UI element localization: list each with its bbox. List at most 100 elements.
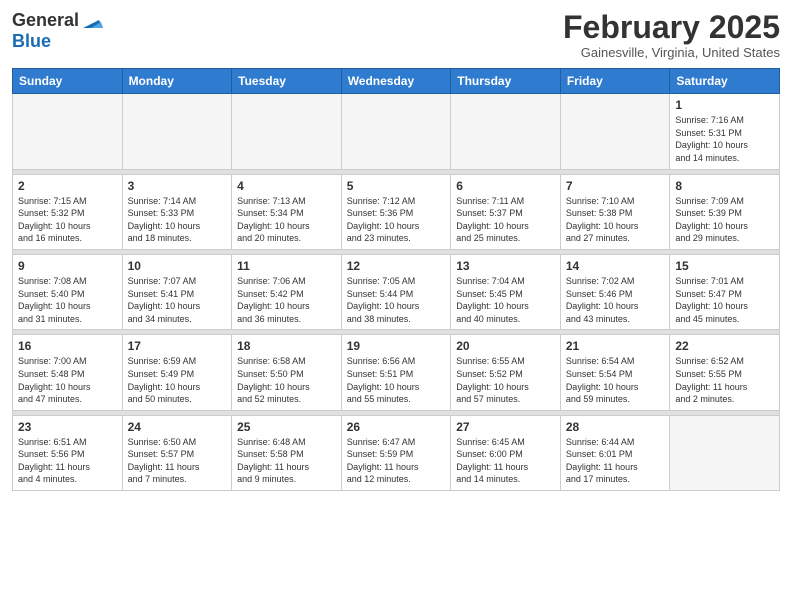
day-number: 23 <box>18 420 117 434</box>
day-cell: 6 Sunrise: 7:11 AM Sunset: 5:37 PM Daylig… <box>451 174 561 249</box>
day-number: 28 <box>566 420 665 434</box>
day-cell <box>670 415 780 490</box>
calendar-table: SundayMondayTuesdayWednesdayThursdayFrid… <box>12 68 780 491</box>
header: General Blue February 2025 Gainesville, … <box>12 10 780 60</box>
day-info: Sunrise: 7:05 AM Sunset: 5:44 PM Dayligh… <box>347 275 446 325</box>
day-info: Sunrise: 6:52 AM Sunset: 5:55 PM Dayligh… <box>675 355 774 405</box>
day-cell: 24 Sunrise: 6:50 AM Sunset: 5:57 PM Dayli… <box>122 415 232 490</box>
day-info: Sunrise: 6:54 AM Sunset: 5:54 PM Dayligh… <box>566 355 665 405</box>
day-number: 17 <box>128 339 227 353</box>
day-info: Sunrise: 7:09 AM Sunset: 5:39 PM Dayligh… <box>675 195 774 245</box>
day-number: 7 <box>566 179 665 193</box>
day-cell: 14Sunrise: 7:02 AM Sunset: 5:46 PM Dayli… <box>560 254 670 329</box>
day-number: 4 <box>237 179 336 193</box>
day-info: Sunrise: 6:45 AM Sunset: 6:00 PM Dayligh… <box>456 436 555 486</box>
day-info: Sunrise: 7:10 AM Sunset: 5:38 PM Dayligh… <box>566 195 665 245</box>
day-info: Sunrise: 7:01 AM Sunset: 5:47 PM Dayligh… <box>675 275 774 325</box>
day-cell <box>232 94 342 169</box>
day-number: 19 <box>347 339 446 353</box>
day-info: Sunrise: 6:48 AM Sunset: 5:58 PM Dayligh… <box>237 436 336 486</box>
day-cell: 1 Sunrise: 7:16 AM Sunset: 5:31 PM Daylig… <box>670 94 780 169</box>
day-number: 21 <box>566 339 665 353</box>
day-cell: 25 Sunrise: 6:48 AM Sunset: 5:58 PM Dayli… <box>232 415 342 490</box>
day-cell: 27 Sunrise: 6:45 AM Sunset: 6:00 PM Dayli… <box>451 415 561 490</box>
logo: General Blue <box>12 10 103 52</box>
logo-blue: Blue <box>12 32 51 52</box>
day-info: Sunrise: 7:11 AM Sunset: 5:37 PM Dayligh… <box>456 195 555 245</box>
day-number: 27 <box>456 420 555 434</box>
day-info: Sunrise: 7:08 AM Sunset: 5:40 PM Dayligh… <box>18 275 117 325</box>
day-number: 15 <box>675 259 774 273</box>
week-row-2: 2 Sunrise: 7:15 AM Sunset: 5:32 PM Daylig… <box>13 174 780 249</box>
day-cell <box>341 94 451 169</box>
day-number: 12 <box>347 259 446 273</box>
weekday-header-thursday: Thursday <box>451 69 561 94</box>
day-number: 3 <box>128 179 227 193</box>
weekday-header-monday: Monday <box>122 69 232 94</box>
day-cell: 13 Sunrise: 7:04 AM Sunset: 5:45 PM Dayli… <box>451 254 561 329</box>
day-info: Sunrise: 7:16 AM Sunset: 5:31 PM Dayligh… <box>675 114 774 164</box>
day-number: 18 <box>237 339 336 353</box>
day-info: Sunrise: 7:06 AM Sunset: 5:42 PM Dayligh… <box>237 275 336 325</box>
day-number: 13 <box>456 259 555 273</box>
day-number: 5 <box>347 179 446 193</box>
day-number: 24 <box>128 420 227 434</box>
day-info: Sunrise: 7:02 AM Sunset: 5:46 PM Dayligh… <box>566 275 665 325</box>
day-number: 16 <box>18 339 117 353</box>
weekday-header-row: SundayMondayTuesdayWednesdayThursdayFrid… <box>13 69 780 94</box>
weekday-header-friday: Friday <box>560 69 670 94</box>
location: Gainesville, Virginia, United States <box>563 45 780 60</box>
day-cell: 11 Sunrise: 7:06 AM Sunset: 5:42 PM Dayli… <box>232 254 342 329</box>
day-info: Sunrise: 6:58 AM Sunset: 5:50 PM Dayligh… <box>237 355 336 405</box>
day-cell: 19 Sunrise: 6:56 AM Sunset: 5:51 PM Dayli… <box>341 335 451 410</box>
day-number: 11 <box>237 259 336 273</box>
day-cell: 21 Sunrise: 6:54 AM Sunset: 5:54 PM Dayli… <box>560 335 670 410</box>
week-row-3: 9Sunrise: 7:08 AM Sunset: 5:40 PM Daylig… <box>13 254 780 329</box>
day-info: Sunrise: 6:50 AM Sunset: 5:57 PM Dayligh… <box>128 436 227 486</box>
day-cell: 7 Sunrise: 7:10 AM Sunset: 5:38 PM Daylig… <box>560 174 670 249</box>
day-info: Sunrise: 7:04 AM Sunset: 5:45 PM Dayligh… <box>456 275 555 325</box>
day-number: 26 <box>347 420 446 434</box>
logo-icon <box>81 10 103 32</box>
day-cell: 10 Sunrise: 7:07 AM Sunset: 5:41 PM Dayli… <box>122 254 232 329</box>
day-cell: 17 Sunrise: 6:59 AM Sunset: 5:49 PM Dayli… <box>122 335 232 410</box>
day-info: Sunrise: 7:00 AM Sunset: 5:48 PM Dayligh… <box>18 355 117 405</box>
day-cell: 4 Sunrise: 7:13 AM Sunset: 5:34 PM Daylig… <box>232 174 342 249</box>
day-info: Sunrise: 6:59 AM Sunset: 5:49 PM Dayligh… <box>128 355 227 405</box>
day-info: Sunrise: 7:13 AM Sunset: 5:34 PM Dayligh… <box>237 195 336 245</box>
day-info: Sunrise: 6:56 AM Sunset: 5:51 PM Dayligh… <box>347 355 446 405</box>
day-number: 2 <box>18 179 117 193</box>
day-cell: 22Sunrise: 6:52 AM Sunset: 5:55 PM Dayli… <box>670 335 780 410</box>
day-info: Sunrise: 7:15 AM Sunset: 5:32 PM Dayligh… <box>18 195 117 245</box>
day-cell <box>560 94 670 169</box>
day-info: Sunrise: 6:44 AM Sunset: 6:01 PM Dayligh… <box>566 436 665 486</box>
day-info: Sunrise: 7:07 AM Sunset: 5:41 PM Dayligh… <box>128 275 227 325</box>
weekday-header-saturday: Saturday <box>670 69 780 94</box>
month-title: February 2025 <box>563 10 780 45</box>
week-row-5: 23 Sunrise: 6:51 AM Sunset: 5:56 PM Dayli… <box>13 415 780 490</box>
week-row-4: 16 Sunrise: 7:00 AM Sunset: 5:48 PM Dayli… <box>13 335 780 410</box>
day-cell: 20Sunrise: 6:55 AM Sunset: 5:52 PM Dayli… <box>451 335 561 410</box>
title-area: February 2025 Gainesville, Virginia, Uni… <box>563 10 780 60</box>
day-number: 1 <box>675 98 774 112</box>
day-info: Sunrise: 7:12 AM Sunset: 5:36 PM Dayligh… <box>347 195 446 245</box>
day-cell <box>122 94 232 169</box>
week-row-1: 1 Sunrise: 7:16 AM Sunset: 5:31 PM Daylig… <box>13 94 780 169</box>
day-cell: 5 Sunrise: 7:12 AM Sunset: 5:36 PM Daylig… <box>341 174 451 249</box>
day-cell: 16 Sunrise: 7:00 AM Sunset: 5:48 PM Dayli… <box>13 335 123 410</box>
day-info: Sunrise: 6:51 AM Sunset: 5:56 PM Dayligh… <box>18 436 117 486</box>
day-cell: 8Sunrise: 7:09 AM Sunset: 5:39 PM Daylig… <box>670 174 780 249</box>
day-cell: 23 Sunrise: 6:51 AM Sunset: 5:56 PM Dayli… <box>13 415 123 490</box>
day-number: 10 <box>128 259 227 273</box>
day-cell: 12 Sunrise: 7:05 AM Sunset: 5:44 PM Dayli… <box>341 254 451 329</box>
day-number: 20 <box>456 339 555 353</box>
weekday-header-tuesday: Tuesday <box>232 69 342 94</box>
logo-general: General <box>12 11 79 31</box>
day-number: 6 <box>456 179 555 193</box>
day-cell <box>13 94 123 169</box>
day-cell <box>451 94 561 169</box>
day-cell: 15 Sunrise: 7:01 AM Sunset: 5:47 PM Dayli… <box>670 254 780 329</box>
day-number: 25 <box>237 420 336 434</box>
weekday-header-wednesday: Wednesday <box>341 69 451 94</box>
day-cell: 26Sunrise: 6:47 AM Sunset: 5:59 PM Dayli… <box>341 415 451 490</box>
